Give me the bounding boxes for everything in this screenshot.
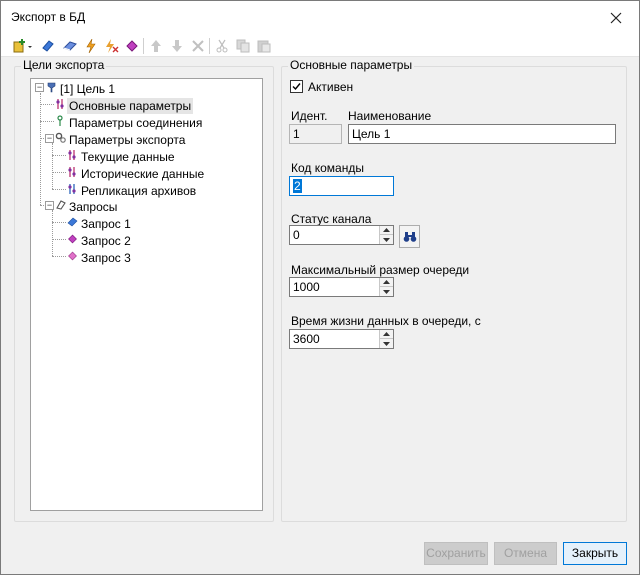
binoculars-icon [403,232,416,242]
params-icon [56,99,64,109]
tree-node-current-data-label: Текущие данные [81,150,175,164]
tree-node-export-params-label: Параметры экспорта [69,133,186,147]
new-target-icon[interactable] [11,36,35,56]
command-code-value: 2 [293,179,302,193]
id-label: Идент. [291,109,328,123]
params-icon [68,184,76,194]
add-query-blue-icon[interactable] [38,36,58,56]
queue-ttl-field[interactable]: 3600 [289,329,394,349]
channel-status-field[interactable]: 0 [289,225,394,245]
queue-ttl-value: 3600 [293,332,320,346]
tree-node-query-2-label: Запрос 2 [81,234,131,248]
paste-icon[interactable] [254,36,274,56]
add-query-eraser-icon[interactable] [60,36,80,56]
copy-icon[interactable] [233,36,253,56]
name-label: Наименование [348,109,432,123]
lightning-icon[interactable] [81,36,101,56]
max-queue-label: Максимальный размер очереди [291,263,470,277]
main-params-group-label: Основные параметры [288,58,415,72]
purple-gem-icon[interactable] [122,36,142,56]
save-button[interactable]: Сохранить [424,542,488,565]
active-checkbox[interactable] [290,80,303,93]
spin-up-icon[interactable] [380,330,393,339]
max-queue-spinner[interactable] [379,278,393,296]
lightning-x-icon[interactable] [102,36,122,56]
spin-down-icon[interactable] [380,287,393,296]
spin-up-icon[interactable] [380,278,393,287]
collapse-export-params-icon[interactable]: − [45,134,54,143]
queries-icon [56,200,66,210]
tree-node-query-1-label: Запрос 1 [81,217,131,231]
queue-ttl-label: Время жизни данных в очереди, с [291,314,481,328]
toolbar-separator [209,38,210,54]
title-bar: Экспорт в БД [1,1,639,35]
max-queue-value: 1000 [293,280,320,294]
channel-status-value: 0 [293,228,300,242]
toolbar-separator [143,38,144,54]
export-targets-label: Цели экспорта [21,58,107,72]
tree-node-connection-params-label: Параметры соединения [69,116,203,130]
spin-down-icon[interactable] [380,235,393,244]
query-pink-icon [68,251,77,261]
gears-icon [55,132,66,143]
close-button[interactable]: Закрыть [563,542,627,565]
params-icon [68,167,76,177]
command-code-label: Код команды [291,161,364,175]
max-queue-field[interactable]: 1000 [289,277,394,297]
id-field: 1 [289,124,342,144]
query-purple-icon [68,234,77,244]
query-blue-icon [67,217,78,227]
queue-ttl-spinner[interactable] [379,330,393,348]
window-title: Экспорт в БД [11,10,86,24]
name-field[interactable]: Цель 1 [348,124,616,144]
spin-up-icon[interactable] [380,226,393,235]
target-icon [47,82,56,93]
find-channel-button[interactable] [399,225,420,248]
toolbar [1,35,639,57]
tree-node-historical-data-label: Исторические данные [81,167,205,181]
params-icon [68,150,76,160]
cut-icon[interactable] [212,36,232,56]
connection-icon [57,115,63,126]
move-up-icon[interactable] [146,36,166,56]
command-code-field[interactable]: 2 [289,176,394,196]
tree-node-queries-label: Запросы [69,200,118,214]
tree-node-archive-replication-label: Репликация архивов [81,184,197,198]
close-icon[interactable] [601,5,631,31]
collapse-queries-icon[interactable]: − [45,201,54,210]
checkmark-icon [292,83,301,91]
spin-down-icon[interactable] [380,339,393,348]
cancel-button[interactable]: Отмена [494,542,557,565]
tree-node-root-label: [1] Цель 1 [60,82,116,96]
delete-icon[interactable] [188,36,208,56]
tree-node-query-3-label: Запрос 3 [81,251,131,265]
collapse-root-icon[interactable]: − [35,83,44,92]
targets-tree[interactable]: − [1] Цель 1 Основные параметры Параметр… [30,78,263,511]
move-down-icon[interactable] [167,36,187,56]
tree-node-main-params-label: Основные параметры [67,98,194,114]
active-label: Активен [308,80,354,94]
export-dialog: Экспорт в БД Цели экспорта − [1] Цель 1 … [0,0,640,575]
channel-status-label: Статус канала [291,212,372,226]
channel-status-spinner[interactable] [379,226,393,244]
